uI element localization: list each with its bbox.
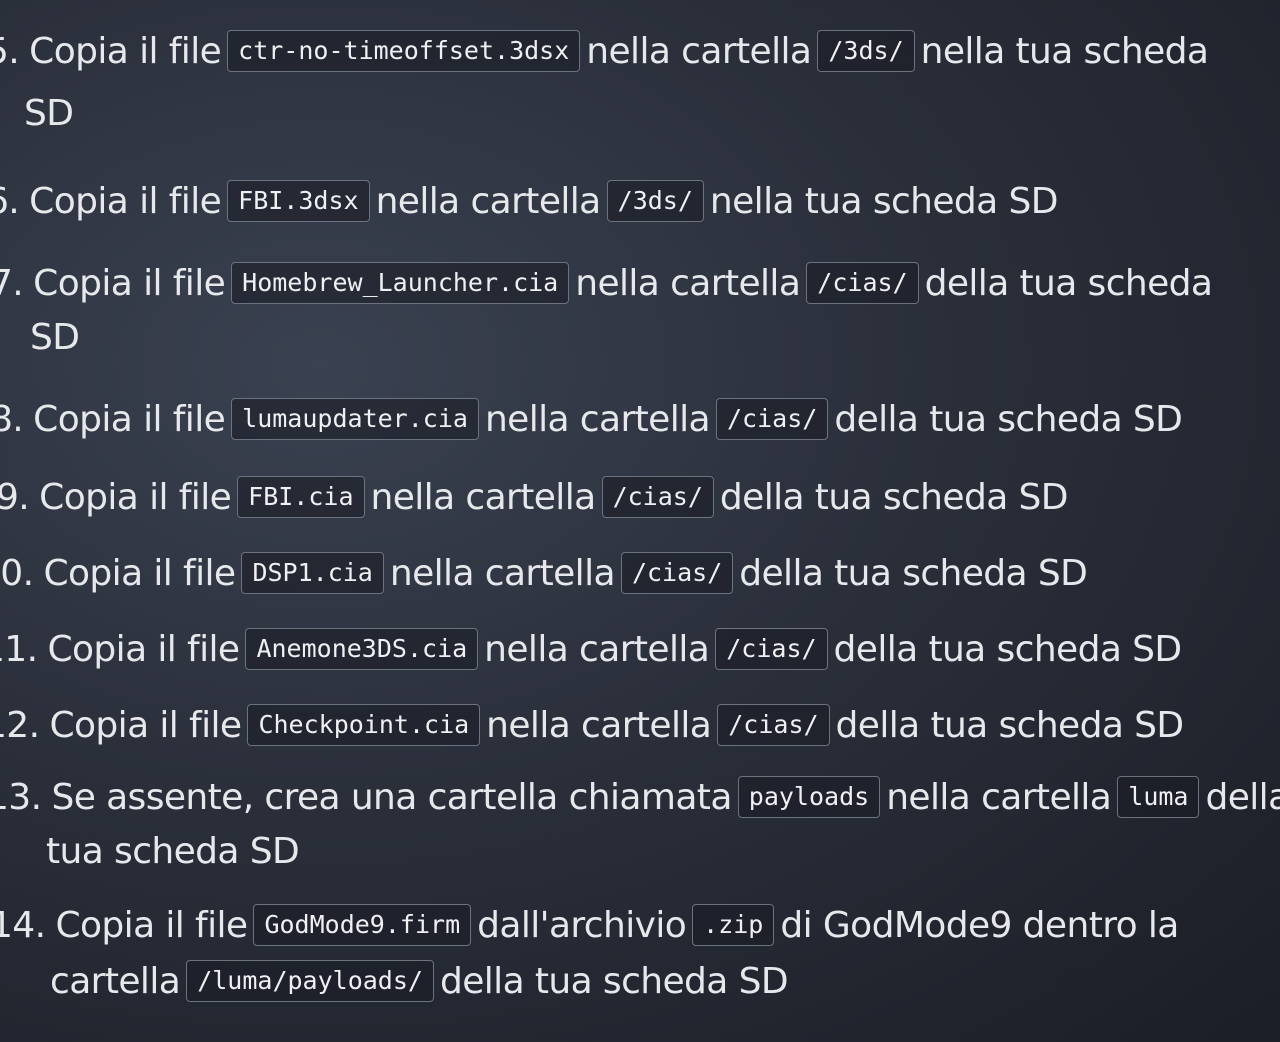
folder-path: /cias/ — [717, 704, 830, 746]
file-name: Anemone3DS.cia — [245, 628, 479, 670]
step-text: Copia il file — [49, 705, 242, 746]
folder-path: /cias/ — [715, 628, 828, 670]
folder-path: /3ds/ — [606, 180, 704, 222]
list-item-continuation: tua scheda SD — [46, 831, 300, 872]
list-item-continuation: SD — [30, 317, 80, 358]
step-text: della tua scheda SD — [835, 705, 1185, 746]
archive-extension: .zip — [692, 904, 775, 946]
step-text: Se assente, crea una cartella chiamata — [51, 777, 732, 818]
step-text: Copia il file — [47, 629, 240, 670]
step-text: nella cartella — [486, 705, 712, 746]
step-text: nella cartella — [370, 477, 597, 518]
step-text: della tua scheda SD — [439, 961, 789, 1002]
list-item: 14. Copia il file GodMode9.firm dall'archiv… — [0, 904, 1179, 948]
step-text: Copia il file — [29, 181, 222, 222]
step-text: nella tua scheda — [920, 31, 1209, 72]
list-item: 8. Copia il file lumaupdater.cia nella cart… — [0, 398, 1183, 442]
list-item: 5.Copia il filectr-no-timeoffset.3dsxnel… — [0, 30, 1209, 74]
step-text: nella cartella — [886, 777, 1112, 818]
list-item: 7. Copia il file Homebrew_Launcher.cia nell… — [0, 262, 1213, 306]
list-item: 6.Copia il fileFBI.3dsxnella cartella/3d… — [0, 180, 1058, 224]
step-number: 13. — [0, 777, 42, 818]
step-text: della tua scheda — [924, 263, 1213, 304]
folder-name: payloads — [737, 776, 881, 818]
step-number: 6. — [0, 181, 20, 222]
step-text: nella tua scheda SD — [709, 181, 1059, 222]
step-text: Copia il file — [39, 477, 232, 518]
step-number: 7. — [0, 263, 24, 304]
step-text: della tua scheda SD — [834, 399, 1183, 440]
step-text: Copia il file — [33, 399, 226, 440]
folder-path: luma — [1117, 776, 1200, 818]
step-text: della tua scheda SD — [719, 477, 1069, 518]
folder-path: /cias/ — [716, 398, 829, 440]
step-text: nella cartella — [375, 181, 602, 222]
step-text: Copia il file — [43, 553, 236, 594]
step-number: 8. — [0, 399, 24, 440]
step-text: nella cartella — [484, 629, 710, 670]
file-name: FBI.3dsx — [227, 180, 370, 222]
step-number: 14. — [0, 905, 46, 946]
list-item-continuation: SD — [24, 93, 74, 134]
step-text: dall'archivio — [477, 905, 687, 946]
step-text: di GodMode9 dentro la — [780, 905, 1179, 946]
step-text: nella cartella — [484, 399, 711, 440]
step-text: nella cartella — [586, 31, 812, 72]
step-number: 5. — [0, 31, 20, 72]
file-name: ctr-no-timeoffset.3dsx — [227, 30, 581, 72]
folder-path: /cias/ — [601, 476, 714, 518]
step-text: Copia il file — [33, 263, 226, 304]
step-text: della tua scheda SD — [739, 553, 1088, 594]
list-item-continuation: cartella/luma/payloads/della tua scheda … — [50, 960, 789, 1004]
instruction-list: 5.Copia il filectr-no-timeoffset.3dsxnel… — [0, 0, 1280, 1042]
step-number: 11. — [0, 629, 38, 670]
step-number: 10. — [0, 553, 34, 594]
file-name: lumaupdater.cia — [231, 398, 479, 440]
folder-path: /luma/payloads/ — [186, 960, 434, 1002]
step-number: 12. — [0, 705, 40, 746]
step-text: cartella — [50, 961, 181, 1002]
file-name: Checkpoint.cia — [247, 704, 481, 746]
file-name: GodMode9.firm — [253, 904, 472, 946]
list-item: 11.Copia il fileAnemone3DS.cianella cart… — [0, 628, 1182, 672]
file-name: Homebrew_Launcher.cia — [231, 262, 570, 304]
folder-path: /cias/ — [620, 552, 734, 594]
step-number: 9. — [0, 477, 30, 518]
file-name: FBI.cia — [237, 476, 365, 518]
folder-path: /3ds/ — [817, 30, 915, 72]
step-text: nella cartella — [575, 263, 801, 304]
list-item: 10. Copia il fileDSP1.cianella cartella/c… — [0, 552, 1088, 596]
file-name: DSP1.cia — [241, 552, 384, 594]
step-text: nella cartella — [389, 553, 616, 594]
step-text: Copia il file — [29, 31, 222, 72]
list-item: 13.Se assente, crea una cartella chiamat… — [0, 776, 1280, 820]
step-text: Copia il file — [55, 905, 248, 946]
list-item: 12.Copia il fileCheckpoint.cianella cart… — [0, 704, 1184, 748]
step-text: della tua scheda SD — [833, 629, 1183, 670]
list-item: 9. Copia il file FBI.cia nella cartella/cia… — [0, 476, 1068, 520]
step-text: della — [1205, 777, 1280, 818]
folder-path: /cias/ — [806, 262, 919, 304]
